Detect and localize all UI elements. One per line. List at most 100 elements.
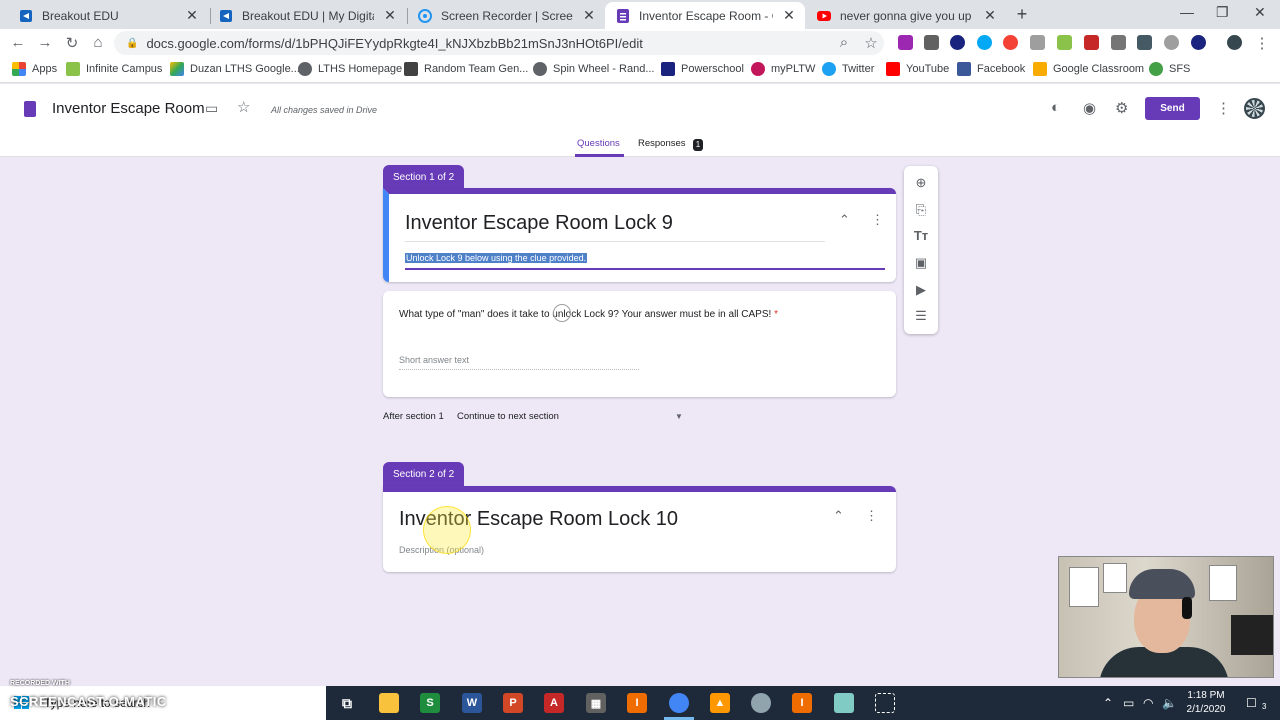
browser-tab-breakout[interactable]: Breakout EDU ✕ [8,2,208,29]
dropdown-arrow-icon[interactable]: ▼ [675,412,683,421]
add-question-icon[interactable]: ⊕ [904,175,938,191]
snipping-tool-icon[interactable] [875,693,895,713]
palette-icon[interactable]: ◐ [1051,99,1060,116]
word-icon[interactable]: W [462,693,482,713]
bookmark-star-icon[interactable]: ☆ [861,34,881,52]
extension-shield-icon[interactable] [950,35,965,50]
address-bar[interactable]: 🔒 docs.google.com/forms/d/1bPHQJiFEYydpR… [114,31,884,55]
battery-icon[interactable]: ▭ [1123,696,1134,710]
acrobat-icon[interactable]: A [544,693,564,713]
home-icon[interactable]: ⌂ [88,34,108,51]
close-tab-icon[interactable]: ✕ [184,7,200,24]
apps-grid-icon [12,62,26,76]
wifi-icon[interactable]: ◠ [1143,696,1153,710]
clock[interactable]: 1:18 PM 2/1/2020 [1182,689,1230,717]
question-text[interactable]: What type of "man" does it take to unloc… [399,309,778,320]
close-tab-icon[interactable]: ✕ [781,7,797,24]
extension-block-icon[interactable] [1003,35,1018,50]
extension-pdf-icon[interactable] [1084,35,1099,50]
bookmark-google-classroom[interactable]: Google Classroom [1033,62,1144,76]
section-1-header-card[interactable]: Inventor Escape Room Lock 9 ⌃ ⋮ Unlock L… [383,188,896,282]
chrome-icon[interactable] [669,693,689,713]
forward-arrow-icon[interactable]: → [35,34,55,51]
watermark-logo: SCREENCAST-O-MATIC [10,694,167,709]
extension-k-icon[interactable] [1191,35,1206,50]
new-tab-button[interactable]: + [1011,4,1033,26]
browser-tab-youtube[interactable]: never gonna give you up - YouTube ✕ [806,2,1006,29]
after-section-dropdown[interactable]: Continue to next section [457,411,559,422]
star-icon[interactable]: ☆ [237,98,250,116]
inventor-icon[interactable]: I [792,693,812,713]
add-title-icon[interactable]: Tт [904,228,938,243]
bookmark-lths[interactable]: LTHS Homepage [298,62,402,76]
import-questions-icon[interactable]: ⎘ [904,202,938,218]
cursor-highlight [423,506,471,554]
more-vert-icon[interactable]: ⋮ [1216,99,1231,117]
bookmark-youtube[interactable]: YouTube [886,62,949,76]
browser-tab-screencast[interactable]: Screen Recorder | Screencast-O-Matic ✕ [407,2,605,29]
extension-vpn-icon[interactable] [977,35,992,50]
tab-questions[interactable]: Questions [577,138,620,149]
inventor-icon[interactable]: I [627,693,647,713]
extension-puzzle-icon[interactable] [898,35,913,50]
browser-tab-breakout-digital[interactable]: Breakout EDU | My Digital Game ✕ [208,2,406,29]
forms-icon[interactable] [24,101,36,117]
bookmark-duzan[interactable]: Duzan LTHS Google... [170,62,300,76]
tray-chevron-icon[interactable]: ⌃ [1103,696,1113,710]
close-tab-icon[interactable]: ✕ [982,7,998,24]
collapse-icon[interactable]: ⌃ [833,508,844,524]
question-card[interactable]: What type of "man" does it take to unloc… [383,291,896,397]
bookmark-powerschool[interactable]: Powerschool [661,62,744,76]
avatar[interactable] [1244,98,1265,119]
chrome-menu-icon[interactable]: ⋮ [1252,34,1272,52]
add-video-icon[interactable]: ▶ [904,282,938,298]
close-tab-icon[interactable]: ✕ [382,7,398,24]
reload-icon[interactable]: ↻ [62,34,82,52]
bookmark-facebook[interactable]: Facebook [957,62,1025,76]
close-window-icon[interactable]: ✕ [1254,4,1266,21]
file-explorer-icon[interactable] [379,693,399,713]
calculator-icon[interactable]: ▦ [586,693,606,713]
extension-c-icon[interactable] [924,35,939,50]
minimize-icon[interactable]: — [1180,4,1194,20]
app-icon[interactable] [751,693,771,713]
collapse-icon[interactable]: ⌃ [839,212,850,228]
app-icon[interactable] [834,693,854,713]
settings-gear-icon[interactable]: ⚙ [1115,99,1128,117]
profile-avatar-icon[interactable] [1227,35,1242,50]
extension-image-icon[interactable] [1057,35,1072,50]
back-arrow-icon[interactable]: ← [8,34,28,51]
powerpoint-icon[interactable]: P [503,693,523,713]
folder-icon[interactable]: ▭ [205,100,218,117]
close-tab-icon[interactable]: ✕ [581,7,597,24]
task-view-icon[interactable]: ⧉ [337,693,357,713]
spreadsheet-icon[interactable]: S [420,693,440,713]
extension-pen-icon[interactable] [1030,35,1045,50]
bookmark-spin-wheel[interactable]: Spin Wheel - Rand... [533,62,655,76]
preview-eye-icon[interactable]: ◉ [1083,99,1096,117]
browser-tab-forms[interactable]: Inventor Escape Room - Google Forms ✕ [605,2,805,29]
extension-bot-icon[interactable] [1111,35,1126,50]
maximize-icon[interactable]: ❐ [1216,4,1229,21]
extension-circle-icon[interactable] [1164,35,1179,50]
vlc-icon[interactable]: ▲ [710,693,730,713]
form-title[interactable]: Inventor Escape Room [52,100,205,117]
tab-responses[interactable]: Responses [638,138,686,149]
bookmark-sfs[interactable]: SFS [1149,62,1190,76]
add-section-icon[interactable]: ☰ [904,308,938,324]
zoom-search-icon[interactable]: ⌕ [834,34,854,51]
section-1-title[interactable]: Inventor Escape Room Lock 9 [405,212,673,235]
volume-icon[interactable]: 🔈 [1162,696,1177,710]
bookmark-apps[interactable]: Apps [12,62,57,76]
more-vert-icon[interactable]: ⋮ [865,508,878,524]
bookmark-random-team[interactable]: Random Team Gen... [404,62,528,76]
add-image-icon[interactable]: ▣ [904,255,938,271]
send-button[interactable]: Send [1145,97,1200,120]
bookmark-twitter[interactable]: Twitter [822,62,874,76]
bookmark-infinite-campus[interactable]: Infinite Campus [66,62,162,76]
more-vert-icon[interactable]: ⋮ [871,212,884,228]
bookmark-mypltw[interactable]: myPLTW [751,62,815,76]
section-1-description[interactable]: Unlock Lock 9 below using the clue provi… [405,253,588,263]
notification-icon[interactable]: ☐ [1246,696,1257,710]
extension-bird-icon[interactable] [1137,35,1152,50]
